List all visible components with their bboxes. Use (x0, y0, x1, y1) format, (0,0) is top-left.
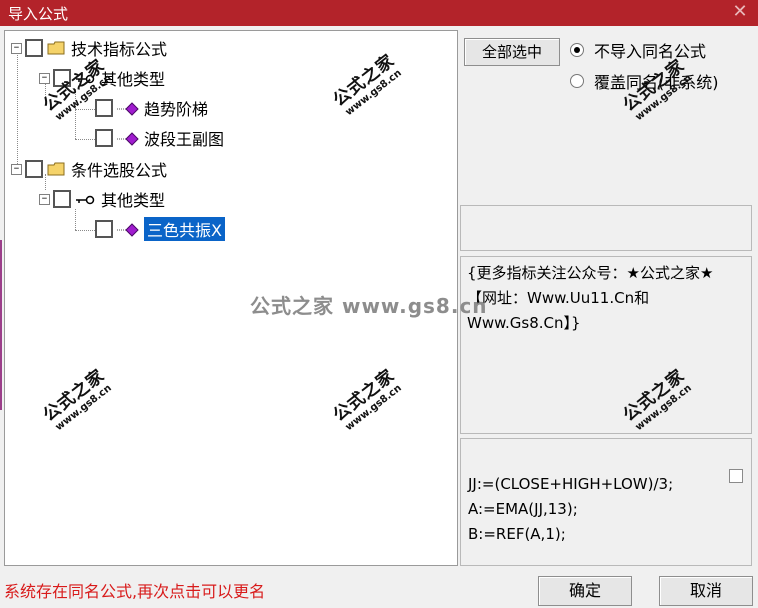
select-all-button[interactable]: 全部选中 (464, 38, 560, 66)
description-text: {更多指标关注公众号：★公式之家★ 【网址：Www.Uu11.Cn和Www.Gs… (467, 264, 714, 332)
code-line: A:=EMA(JJ,13); (468, 500, 578, 518)
radio-overwrite[interactable]: 覆盖同名(非系统) (570, 70, 719, 92)
tree-node-stock-selection[interactable]: − 条件选股公式 (11, 158, 167, 180)
radio-no-import[interactable]: 不导入同名公式 (570, 39, 706, 61)
node-label: 波段王副图 (144, 130, 225, 149)
node-checkbox[interactable] (25, 160, 43, 178)
description-box: {更多指标关注公众号：★公式之家★ 【网址：Www.Uu11.Cn和Www.Gs… (460, 256, 752, 434)
watermark-center: 公式之家 www.gs8.cn (250, 294, 488, 318)
node-checkbox[interactable] (95, 220, 113, 238)
window-title: 导入公式 (8, 5, 69, 23)
collapse-toggle[interactable]: − (39, 193, 50, 205)
node-label: 条件选股公式 (71, 161, 168, 180)
node-label: 趋势阶梯 (144, 100, 209, 119)
collapse-toggle[interactable]: − (11, 163, 22, 175)
radio-label: 不导入同名公式 (594, 42, 707, 61)
code-line: B:=REF(A,1); (468, 525, 566, 543)
close-icon[interactable]: ✕ (730, 1, 750, 23)
node-checkbox[interactable] (95, 129, 113, 147)
node-label: 三色共振X (144, 217, 225, 241)
node-label: 其他类型 (101, 70, 166, 89)
radio-dot-icon[interactable] (570, 74, 584, 88)
formula-gem-icon (117, 222, 139, 237)
formula-code-box[interactable]: JJ:=(CLOSE+HIGH+LOW)/3; A:=EMA(JJ,13); B… (460, 438, 752, 566)
radio-dot-icon[interactable] (570, 43, 584, 57)
title-bar: 导入公式 ✕ (0, 0, 758, 26)
ok-button[interactable]: 确定 (538, 576, 632, 606)
node-checkbox[interactable] (53, 190, 71, 208)
radio-label: 覆盖同名(非系统) (594, 73, 719, 92)
tree-node-other-type[interactable]: − 其他类型 (39, 188, 165, 210)
node-checkbox[interactable] (95, 99, 113, 117)
tree-node-formula-selected[interactable]: 三色共振X (95, 217, 225, 241)
formula-gem-icon (117, 131, 139, 146)
tree-node-formula[interactable]: 趋势阶梯 (95, 97, 208, 119)
code-checkbox[interactable] (729, 469, 743, 483)
key-icon (75, 192, 95, 206)
folder-icon (47, 41, 65, 55)
window-edge-decoration (0, 240, 2, 410)
node-label: 其他类型 (101, 191, 166, 210)
tree-node-tech-indicators[interactable]: − 技术指标公式 (11, 37, 167, 59)
collapse-toggle[interactable]: − (39, 72, 50, 84)
tree-node-other-type[interactable]: − 其他类型 (39, 67, 165, 89)
node-label: 技术指标公式 (71, 40, 168, 59)
node-checkbox[interactable] (25, 39, 43, 57)
code-line: JJ:=(CLOSE+HIGH+LOW)/3; (468, 475, 674, 493)
tree-node-formula[interactable]: 波段王副图 (95, 127, 224, 149)
info-field (460, 205, 752, 251)
node-checkbox[interactable] (53, 69, 71, 87)
cancel-button[interactable]: 取消 (659, 576, 753, 606)
formula-gem-icon (117, 101, 139, 116)
folder-icon (47, 162, 65, 176)
status-message: 系统存在同名公式,再次点击可以更名 (4, 582, 266, 601)
collapse-toggle[interactable]: − (11, 42, 22, 54)
key-icon (75, 71, 95, 85)
